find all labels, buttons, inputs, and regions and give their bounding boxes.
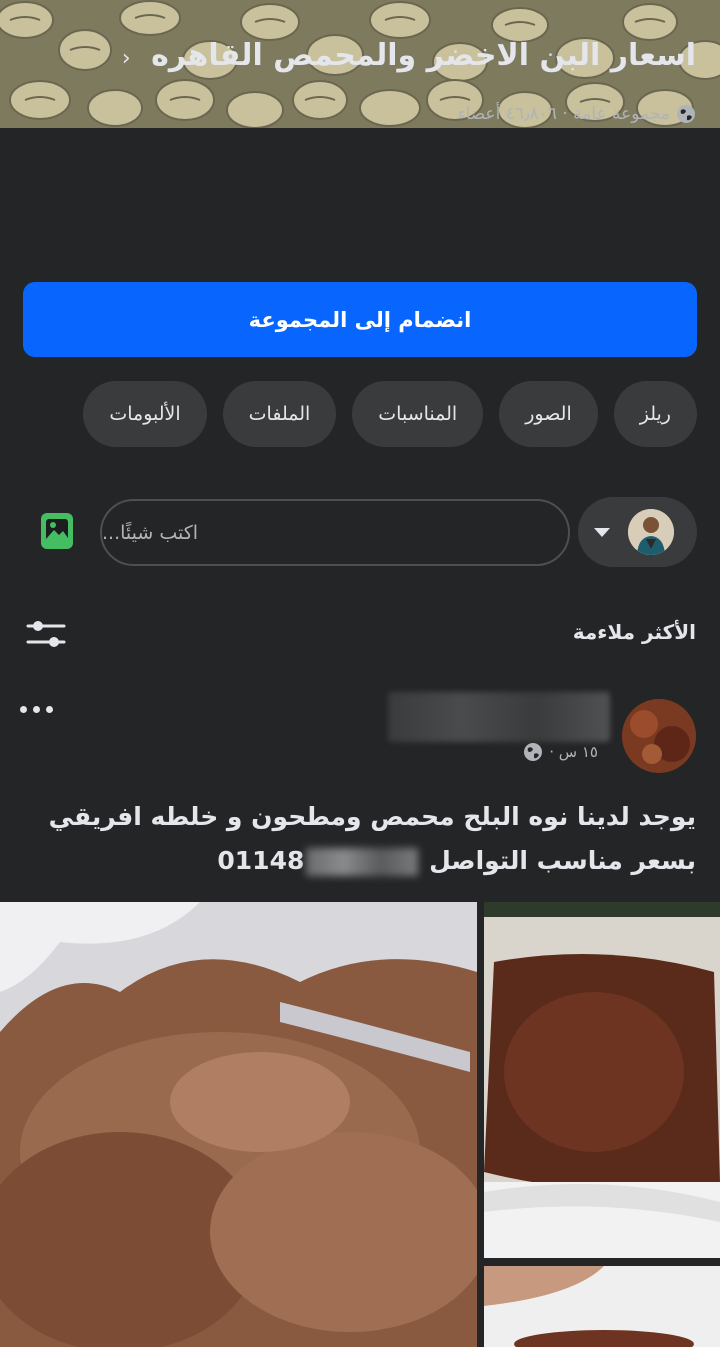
more-icon[interactable] [20,706,53,713]
group-meta: مجموعة عامة · ٤٦٫٨٠٦ أعضاء [458,104,696,124]
post-text: يوجد لدينا نوه البلح محمص ومطحون و خلطه … [24,795,696,883]
post-photo-1[interactable] [0,902,477,1347]
post-author-avatar[interactable] [622,699,696,773]
tab-files[interactable]: الملفات [222,381,337,447]
post-author-name-blurred[interactable] [388,692,610,742]
profile-switcher[interactable] [578,497,697,567]
group-tabs: ريلز الصور المناسبات الملفات الألبومات [83,381,697,447]
post-photos [0,902,720,1347]
join-group-button[interactable]: انضمام إلى المجموعة [23,282,697,357]
chevron-left-icon: ‹ [121,46,131,71]
tab-events[interactable]: المناسبات [352,381,484,447]
globe-icon [524,743,543,761]
post-text-line-2: بسعر مناسب التواصل 01148 [24,839,696,883]
group-name: اسعار البن الاخضر والمحمص القاهره [151,38,696,73]
tab-photos[interactable]: الصور [499,381,598,447]
tab-reels[interactable]: ريلز [613,381,697,447]
group-title[interactable]: اسعار البن الاخضر والمحمص القاهره ‹ [122,38,696,73]
group-privacy-members: مجموعة عامة · ٤٦٫٨٠٦ أعضاء [457,104,670,124]
phone-number-blurred [306,848,419,876]
post-time: ١٥ س · [549,743,598,761]
globe-icon [677,105,695,123]
avatar [628,509,674,555]
phone-number[interactable]: 01148 [217,846,420,876]
photo-icon[interactable] [40,512,74,550]
feed-sort-label[interactable]: الأكثر ملاءمة [573,620,696,644]
post-meta: ١٥ س · [523,742,598,762]
composer-input[interactable]: اكتب شيئًا... [100,499,570,566]
caret-down-icon [594,527,610,537]
post-text-contact: بسعر مناسب التواصل [429,846,696,875]
post-text-line-1: يوجد لدينا نوه البلح محمص ومطحون و خلطه … [48,802,696,831]
tab-albums[interactable]: الألبومات [83,381,207,447]
post-photo-2[interactable] [484,902,720,1258]
post-photo-3[interactable] [484,1266,720,1347]
filter-icon[interactable] [26,617,66,651]
